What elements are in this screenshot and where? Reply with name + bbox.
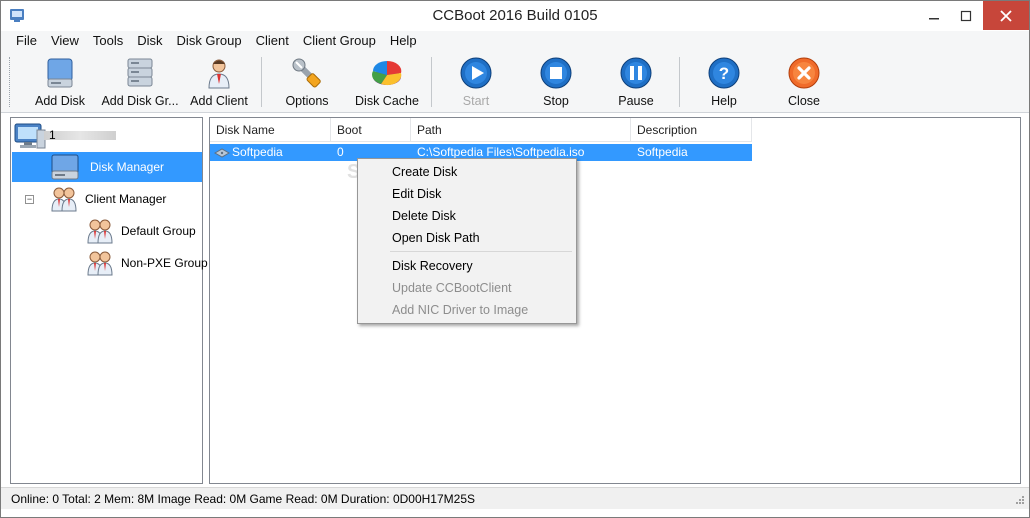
- app-window: CCBoot 2016 Build 0105 File View Tools D…: [0, 0, 1030, 518]
- server-name: 1: [49, 128, 116, 142]
- play-icon: [459, 56, 493, 90]
- column-header-disk-name[interactable]: Disk Name: [210, 118, 331, 142]
- menu-item-update-ccbootclient: Update CCBootClient: [392, 281, 512, 295]
- pause-button[interactable]: Pause: [611, 56, 661, 110]
- title-bar: CCBoot 2016 Build 0105: [1, 1, 1029, 31]
- menu-disk[interactable]: Disk: [130, 31, 169, 51]
- users-icon: [49, 184, 85, 214]
- close-button[interactable]: Close: [779, 56, 829, 110]
- users-icon: [85, 216, 121, 246]
- add-disk-button[interactable]: Add Disk: [27, 56, 93, 110]
- tree-item-default-group[interactable]: Default Group: [85, 216, 196, 246]
- menu-item-edit-disk[interactable]: Edit Disk: [360, 183, 574, 205]
- options-button[interactable]: Options: [279, 56, 335, 110]
- navigation-tree: 1 Disk Manager − Client Manager Default …: [10, 117, 208, 484]
- tree-item-client-manager[interactable]: Client Manager: [49, 184, 166, 214]
- disk-group-icon: [123, 56, 157, 90]
- user-icon: [202, 56, 236, 90]
- stop-icon: [539, 56, 573, 90]
- pause-icon: [619, 56, 653, 90]
- menu-view[interactable]: View: [44, 31, 86, 51]
- tree-item-disk-manager[interactable]: Disk Manager: [12, 152, 202, 182]
- start-button[interactable]: Start: [451, 56, 501, 110]
- window-title: CCBoot 2016 Build 0105: [432, 7, 598, 24]
- toolbar-separator: [261, 57, 262, 107]
- menu-tools[interactable]: Tools: [86, 31, 130, 51]
- cell-description: Softpedia: [637, 145, 688, 159]
- menu-client[interactable]: Client: [249, 31, 296, 51]
- column-header-path[interactable]: Path: [411, 118, 631, 142]
- disk-icon: [50, 152, 90, 182]
- help-icon: ?: [707, 56, 741, 90]
- tree-root-server[interactable]: 1: [13, 120, 116, 150]
- menu-file[interactable]: File: [9, 31, 44, 51]
- minimize-button[interactable]: [919, 1, 949, 30]
- menu-separator: [390, 251, 572, 252]
- tree-item-non-pxe-group[interactable]: Non-PXE Group: [85, 248, 208, 278]
- disk-icon: [213, 147, 231, 159]
- collapse-toggle[interactable]: −: [25, 195, 34, 204]
- menu-item-open-disk-path[interactable]: Open Disk Path: [360, 227, 574, 249]
- toolbar-separator: [679, 57, 680, 107]
- menu-client-group[interactable]: Client Group: [296, 31, 383, 51]
- add-disk-group-button[interactable]: Add Disk Gr...: [101, 56, 179, 110]
- menu-help[interactable]: Help: [383, 31, 424, 51]
- disk-list: Disk Name Boot Path Description Softpedi…: [209, 117, 1021, 484]
- pie-chart-icon: [370, 56, 404, 90]
- toolbar-separator: [431, 57, 432, 107]
- toolbar: Add Disk Add Disk Gr... Add Client Optio…: [1, 51, 1029, 113]
- svg-text:?: ?: [719, 64, 729, 83]
- column-header-description[interactable]: Description: [631, 118, 752, 142]
- menu-item-disk-recovery[interactable]: Disk Recovery: [360, 255, 574, 277]
- maximize-button[interactable]: [951, 1, 981, 30]
- disk-cache-button[interactable]: Disk Cache: [353, 56, 421, 110]
- users-icon: [85, 248, 121, 278]
- context-menu: Create Disk Edit Disk Delete Disk Open D…: [357, 158, 577, 324]
- disk-icon: [43, 56, 77, 90]
- menu-item-add-nic-driver: Add NIC Driver to Image: [392, 303, 529, 317]
- menu-item-delete-disk[interactable]: Delete Disk: [360, 205, 574, 227]
- menu-bar: File View Tools Disk Disk Group Client C…: [1, 31, 1029, 51]
- stop-button[interactable]: Stop: [531, 56, 581, 110]
- add-client-button[interactable]: Add Client: [187, 56, 251, 110]
- list-header: Disk Name Boot Path Description: [210, 118, 1020, 142]
- toolbar-grip[interactable]: [9, 57, 12, 107]
- status-bar: Online: 0 Total: 2 Mem: 8M Image Read: 0…: [1, 487, 1029, 509]
- menu-disk-group[interactable]: Disk Group: [170, 31, 249, 51]
- wrench-icon: [290, 56, 324, 90]
- close-icon: [787, 56, 821, 90]
- status-text: Online: 0 Total: 2 Mem: 8M Image Read: 0…: [11, 492, 475, 506]
- cell-disk-name: Softpedia: [210, 144, 331, 161]
- resize-grip-icon[interactable]: [1013, 495, 1025, 507]
- help-button[interactable]: ? Help: [699, 56, 749, 110]
- close-window-button[interactable]: [983, 1, 1029, 30]
- menu-item-create-disk[interactable]: Create Disk: [360, 161, 574, 183]
- column-header-boot[interactable]: Boot: [331, 118, 411, 142]
